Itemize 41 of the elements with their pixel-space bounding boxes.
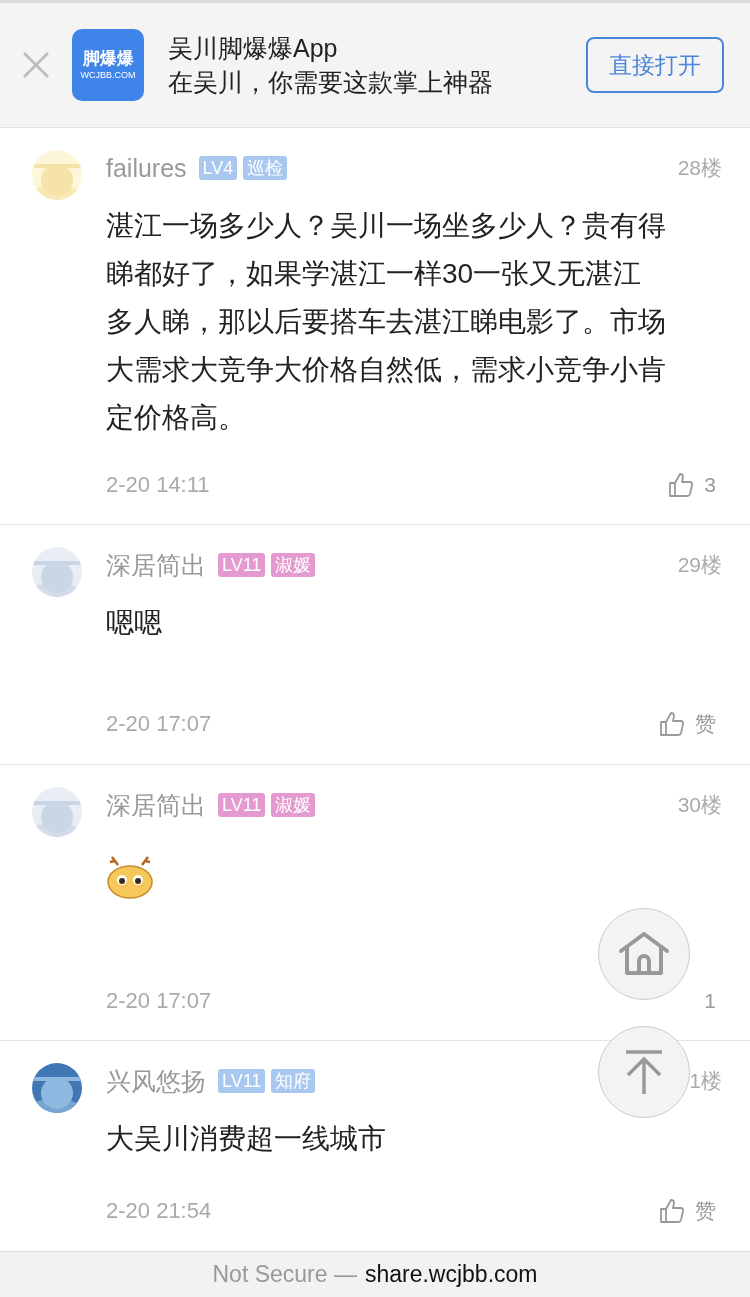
app-title: 吴川脚爆爆App <box>168 33 339 64</box>
url-text[interactable]: share.wcjbb.com <box>364 1261 538 1288</box>
username[interactable]: 深居简出 <box>106 548 206 582</box>
floor-number: 29楼 <box>677 552 722 578</box>
floor-number: 1楼 <box>689 1068 722 1094</box>
sticker-icon <box>106 855 154 899</box>
thumbs-up-icon[interactable] <box>668 472 695 498</box>
like-count[interactable]: 1 <box>704 989 716 1013</box>
thumbs-up-icon[interactable] <box>659 1198 685 1224</box>
post-time: 2-20 17:07 <box>106 711 212 737</box>
comment-text: 湛江一场多少人？吴川一场坐多少人？贵有得睇都好了，如果学湛江一样30一张又无湛江多人睇，那以后要搭车去湛江睇电影了。市场大需求大竞争大价格自然低，需求小竞争小肯定价格高。 <box>106 209 666 435</box>
user-badge: LV11 <box>218 553 266 577</box>
like-count[interactable]: 赞 <box>695 710 716 738</box>
post-time: 2-20 14:11 <box>106 472 210 498</box>
post-time: 2-20 17:07 <box>106 988 212 1014</box>
post-time: 2-20 21:54 <box>106 1198 212 1224</box>
username[interactable]: 兴风悠扬 <box>106 1064 206 1098</box>
open-app-button[interactable]: 直接打开 <box>586 37 724 93</box>
security-label: Not Secure — <box>212 1261 357 1288</box>
user-badge: 淑媛 <box>271 793 316 817</box>
comment-text: 大吴川消费超一线城市 <box>106 1122 387 1156</box>
close-icon[interactable] <box>22 51 50 79</box>
app-tagline: 在吴川，你需要这款掌上神器 <box>168 67 494 98</box>
like-count[interactable]: 3 <box>704 473 716 497</box>
username[interactable]: 深居简出 <box>106 788 206 822</box>
logo-text: 脚爆爆 <box>82 49 134 69</box>
arrow-up-icon <box>624 1049 664 1095</box>
thumbs-up-icon[interactable] <box>659 711 685 737</box>
user-badge: LV4 <box>198 156 238 180</box>
user-badge: 淑媛 <box>271 553 316 577</box>
comment-text: 嗯嗯 <box>106 606 163 640</box>
user-badge: LV11 <box>218 1069 266 1093</box>
logo-domain: WCJBB.COM <box>80 69 136 81</box>
username[interactable]: failures <box>106 153 187 183</box>
user-badge: LV11 <box>218 793 266 817</box>
floor-number: 30楼 <box>677 792 722 818</box>
user-badge: 知府 <box>271 1069 316 1093</box>
floor-number: 28楼 <box>677 155 722 181</box>
user-badge: 巡检 <box>243 156 288 180</box>
like-count[interactable]: 赞 <box>695 1197 716 1225</box>
home-icon <box>618 931 670 977</box>
